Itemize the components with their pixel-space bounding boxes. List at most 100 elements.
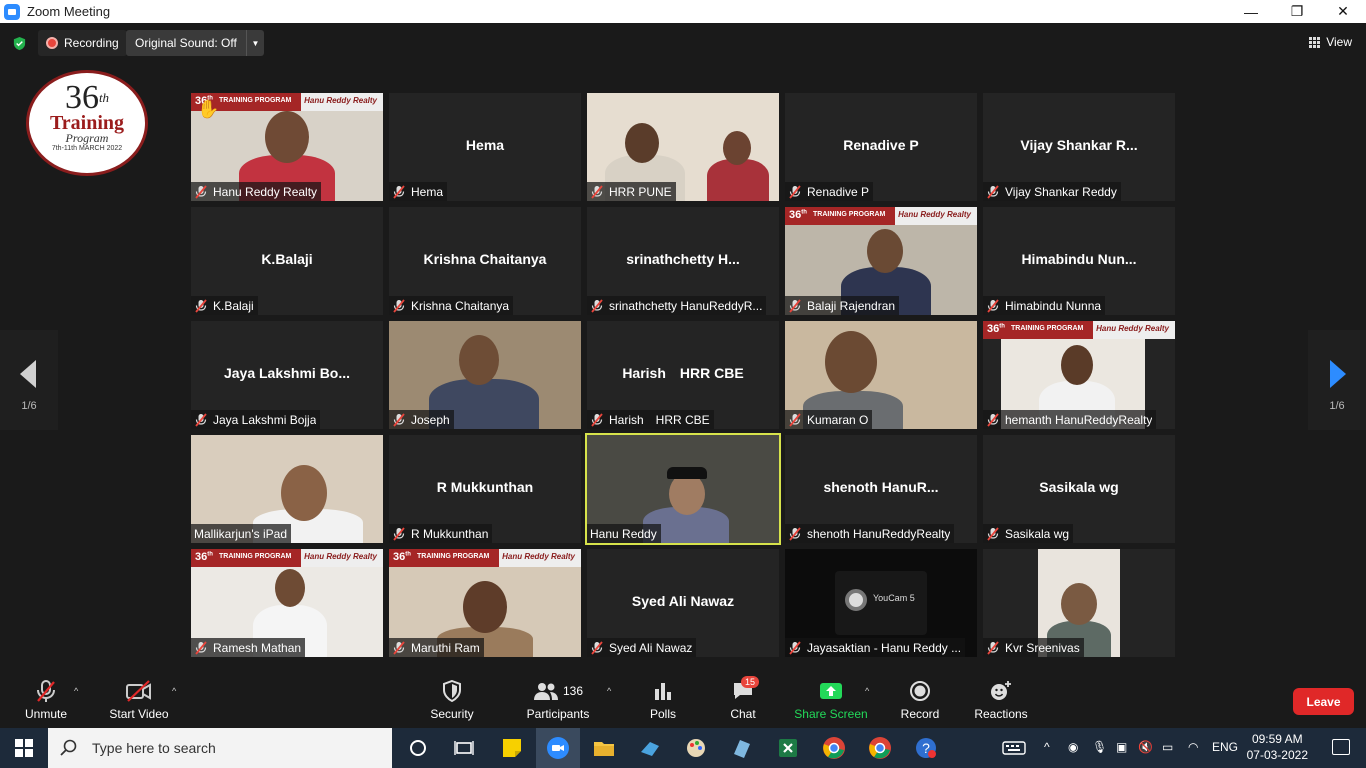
participant-tile[interactable]: 36th TRAINING PROGRAM Hanu Reddy Realty Mar…: [389, 549, 581, 657]
program-banner: 36th TRAINING PROGRAM Hanu Reddy Realty: [983, 321, 1175, 339]
participants-chevron-icon[interactable]: ^: [607, 686, 611, 696]
show-hidden-icons-chevron-icon[interactable]: ^: [1044, 740, 1050, 754]
chrome-profile-icon[interactable]: [868, 736, 892, 760]
wifi-icon[interactable]: ◠: [1188, 740, 1198, 754]
close-button[interactable]: ✕: [1320, 0, 1366, 23]
excel-icon[interactable]: [776, 736, 800, 760]
language-indicator[interactable]: ENG: [1212, 740, 1238, 754]
logo-suffix: th: [98, 90, 110, 105]
participant-tile[interactable]: HRR PUNE: [587, 93, 779, 201]
participant-tile[interactable]: Jaya Lakshmi Bo... Jaya Lakshmi Bojja: [191, 321, 383, 429]
participant-tile[interactable]: Hema Hema: [389, 93, 581, 201]
participant-tile[interactable]: Krishna Chaitanya Krishna Chaitanya: [389, 207, 581, 315]
participants-button[interactable]: 136 Participants: [526, 678, 590, 721]
taskbar-search-box[interactable]: Type here to search: [48, 728, 392, 768]
participant-name-label: HRR PUNE: [587, 182, 676, 201]
share-screen-button[interactable]: Share Screen: [794, 678, 868, 721]
paint-icon[interactable]: [684, 736, 708, 760]
mic-muted-icon: [590, 412, 609, 427]
participant-tile[interactable]: Vijay Shankar R... Vijay Shankar Reddy: [983, 93, 1175, 201]
maximize-button[interactable]: ❐: [1274, 0, 1320, 23]
youcam-title: YouCam 5: [873, 593, 915, 603]
recording-indicator[interactable]: Recording: [38, 30, 127, 56]
leave-button[interactable]: Leave: [1293, 688, 1354, 715]
participant-tile[interactable]: K.Balaji K.Balaji: [191, 207, 383, 315]
participant-name-label: K.Balaji: [191, 296, 258, 315]
share-options-chevron-icon[interactable]: ^: [865, 686, 869, 696]
participant-tile[interactable]: 36th TRAINING PROGRAM Hanu Reddy Realty Bal…: [785, 207, 977, 315]
encryption-shield-icon[interactable]: [12, 36, 27, 51]
start-video-button[interactable]: Start Video: [108, 678, 170, 721]
microphone-tray-icon[interactable]: 🎙: [1092, 740, 1107, 754]
page-counter-right: 1/6: [1329, 400, 1345, 412]
participant-tile[interactable]: 36th TRAINING PROGRAM Hanu Reddy Realty hem…: [983, 321, 1175, 429]
participant-tile[interactable]: 36th TRAINING PROGRAM Hanu Reddy Realty Ram…: [191, 549, 383, 657]
participant-tile[interactable]: Himabindu Nun... Himabindu Nunna: [983, 207, 1175, 315]
minimize-button[interactable]: —: [1228, 0, 1274, 23]
notification-center-icon[interactable]: [1332, 739, 1350, 755]
participant-tile[interactable]: Mallikarjun's iPad: [191, 435, 383, 543]
original-sound-button[interactable]: Original Sound: Off ▼: [126, 30, 264, 56]
chevron-down-icon[interactable]: ▼: [246, 30, 264, 56]
chrome-icon[interactable]: [822, 736, 846, 760]
participant-tile[interactable]: R Mukkunthan R Mukkunthan: [389, 435, 581, 543]
start-button[interactable]: [0, 728, 48, 768]
participant-name-label: Harish HRR CBE: [587, 410, 714, 429]
participant-tile[interactable]: 36th TRAINING PROGRAM Hanu Reddy Realty ✋ Ha…: [191, 93, 383, 201]
participant-tile[interactable]: Sasikala wg Sasikala wg: [983, 435, 1175, 543]
record-icon: [900, 678, 940, 704]
shield-icon: [428, 678, 476, 704]
reactions-button[interactable]: Reactions: [974, 678, 1028, 721]
mic-muted-icon: [590, 640, 609, 655]
mic-muted-icon: [590, 184, 609, 199]
participant-name-label: Hanu Reddy: [587, 524, 661, 543]
battery-icon[interactable]: ▭: [1162, 740, 1173, 754]
file-explorer-icon[interactable]: [592, 736, 616, 760]
system-clock[interactable]: 09:59 AM 07-03-2022: [1247, 731, 1308, 763]
participant-tile[interactable]: Kumaran O: [785, 321, 977, 429]
mic-muted-icon: [788, 412, 807, 427]
video-options-chevron-icon[interactable]: ^: [172, 686, 176, 696]
participant-tile[interactable]: Syed Ali Nawaz Syed Ali Nawaz: [587, 549, 779, 657]
participant-name-display: srinathchetty H...: [626, 251, 740, 267]
webcam-tray-icon[interactable]: ◉: [1068, 740, 1078, 754]
app-icon-blue[interactable]: [638, 736, 662, 760]
participant-tile[interactable]: shenoth HanuR... shenoth HanuReddyRealty: [785, 435, 977, 543]
app-icon-notes[interactable]: [730, 736, 754, 760]
chat-button[interactable]: 15 Chat: [726, 676, 760, 721]
task-view-icon[interactable]: [452, 736, 476, 760]
participant-name-label: Kvr Sreenivas: [983, 638, 1084, 657]
record-button[interactable]: Record: [900, 678, 940, 721]
view-button[interactable]: View: [1309, 35, 1352, 49]
participant-tile[interactable]: Renadive P Renadive P: [785, 93, 977, 201]
mic-muted-icon: [986, 412, 1005, 427]
participant-tile[interactable]: YouCam 5 Jayasaktian - Hanu Reddy ...: [785, 549, 977, 657]
capture-tray-icon[interactable]: ▣: [1116, 740, 1127, 754]
unmute-button[interactable]: Unmute: [22, 678, 70, 721]
zoom-logo-icon: [4, 3, 20, 20]
participant-name-display: shenoth HanuR...: [823, 479, 939, 495]
participant-tile[interactable]: Harish HRR CBE Harish HRR CBE: [587, 321, 779, 429]
arrow-right-icon: [1330, 360, 1346, 388]
logo-program: Program: [65, 131, 109, 145]
keyboard-tray-icon[interactable]: [1002, 740, 1026, 759]
participant-tile[interactable]: Kvr Sreenivas: [983, 549, 1175, 657]
prev-page-button[interactable]: 1/6: [0, 330, 58, 430]
security-button[interactable]: Security: [428, 678, 476, 721]
mic-muted-icon: [392, 526, 411, 541]
cortana-icon[interactable]: [406, 736, 430, 760]
participant-name-display: R Mukkunthan: [436, 479, 534, 495]
polls-button[interactable]: Polls: [646, 678, 680, 721]
sticky-notes-icon[interactable]: [500, 736, 524, 760]
volume-muted-icon[interactable]: 🔇: [1138, 740, 1153, 754]
participant-tile[interactable]: Hanu Reddy: [585, 433, 781, 545]
help-icon[interactable]: ?: [914, 736, 938, 760]
participant-name-label: Maruthi Ram: [389, 638, 484, 657]
participant-name-display: Harish HRR CBE: [622, 365, 744, 381]
participant-name-display: Krishna Chaitanya: [423, 251, 547, 267]
participant-tile[interactable]: Joseph: [389, 321, 581, 429]
participant-name-label: shenoth HanuReddyRealty: [785, 524, 955, 543]
next-page-button[interactable]: 1/6: [1308, 330, 1366, 430]
audio-options-chevron-icon[interactable]: ^: [74, 686, 78, 696]
participant-tile[interactable]: srinathchetty H... srinathchetty HanuRedd…: [587, 207, 779, 315]
